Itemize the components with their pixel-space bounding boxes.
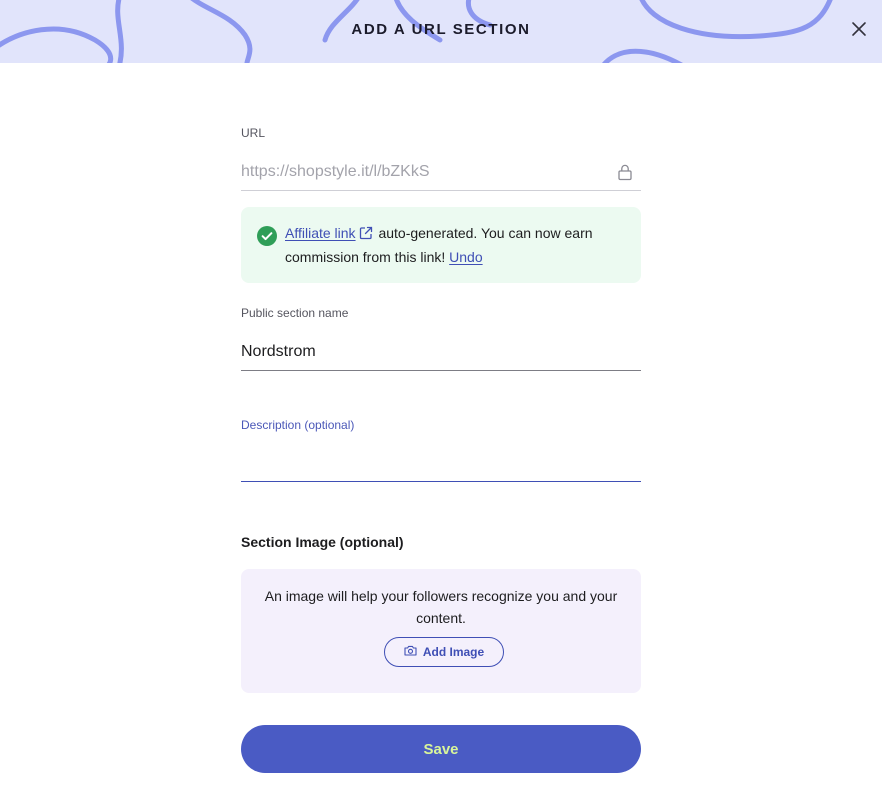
description-label: Description (optional)	[241, 418, 355, 432]
section-image-heading: Section Image (optional)	[241, 534, 404, 550]
external-link-icon	[359, 224, 373, 246]
save-button[interactable]: Save	[241, 725, 641, 773]
undo-link[interactable]: Undo	[449, 249, 482, 265]
section-name-input[interactable]	[241, 335, 641, 369]
add-image-button[interactable]: Add Image	[384, 637, 504, 667]
section-name-row	[241, 335, 641, 371]
affiliate-link[interactable]: Affiliate link	[285, 225, 375, 241]
url-label: URL	[241, 126, 266, 140]
check-circle-icon	[257, 226, 277, 251]
url-input[interactable]	[241, 155, 601, 189]
affiliate-notice: Affiliate link auto-generated. You can n…	[241, 207, 641, 283]
section-image-box: An image will help your followers recogn…	[241, 569, 641, 693]
url-field-row	[241, 155, 641, 191]
lock-icon	[617, 163, 633, 186]
modal-title: ADD A URL SECTION	[351, 21, 531, 38]
description-row	[241, 447, 641, 482]
close-icon[interactable]	[848, 18, 870, 40]
section-name-label: Public section name	[241, 306, 349, 320]
add-image-label: Add Image	[422, 645, 485, 659]
modal-header: ADD A URL SECTION	[0, 0, 882, 63]
affiliate-notice-text: Affiliate link auto-generated. You can n…	[285, 222, 625, 268]
section-image-hint: An image will help your followers recogn…	[264, 588, 618, 626]
description-input[interactable]	[241, 447, 641, 481]
affiliate-link-label: Affiliate link	[285, 225, 356, 241]
camera-icon	[404, 645, 417, 659]
